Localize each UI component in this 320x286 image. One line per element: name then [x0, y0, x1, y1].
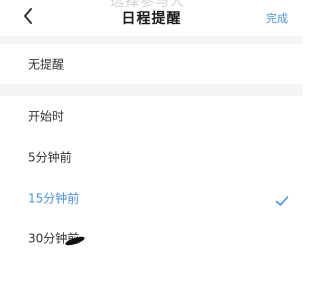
done-button[interactable]: 完成 [266, 10, 288, 26]
page-title: 日程提醒 [121, 11, 182, 27]
option-30-min[interactable]: 30分钟前 [0, 218, 303, 258]
section-separator [0, 36, 303, 44]
option-label: 15分钟前 [28, 191, 80, 206]
option-15-min[interactable]: 15分钟前 [0, 178, 303, 218]
option-label: 开始时 [28, 109, 65, 124]
checkmark-icon [275, 192, 289, 206]
section-separator [0, 84, 303, 96]
option-label: 无提醒 [28, 57, 65, 72]
option-no-reminder[interactable]: 无提醒 [0, 44, 303, 84]
reminder-screen: 选择参与人 日程提醒 完成 无提醒 开始时 5分钟前 15分钟前 30分钟前 [0, 0, 303, 286]
option-label: 5分钟前 [28, 150, 72, 165]
option-at-start[interactable]: 开始时 [0, 96, 303, 136]
option-5-min[interactable]: 5分钟前 [0, 136, 303, 178]
navigation-bar: 选择参与人 日程提醒 完成 [0, 0, 303, 36]
